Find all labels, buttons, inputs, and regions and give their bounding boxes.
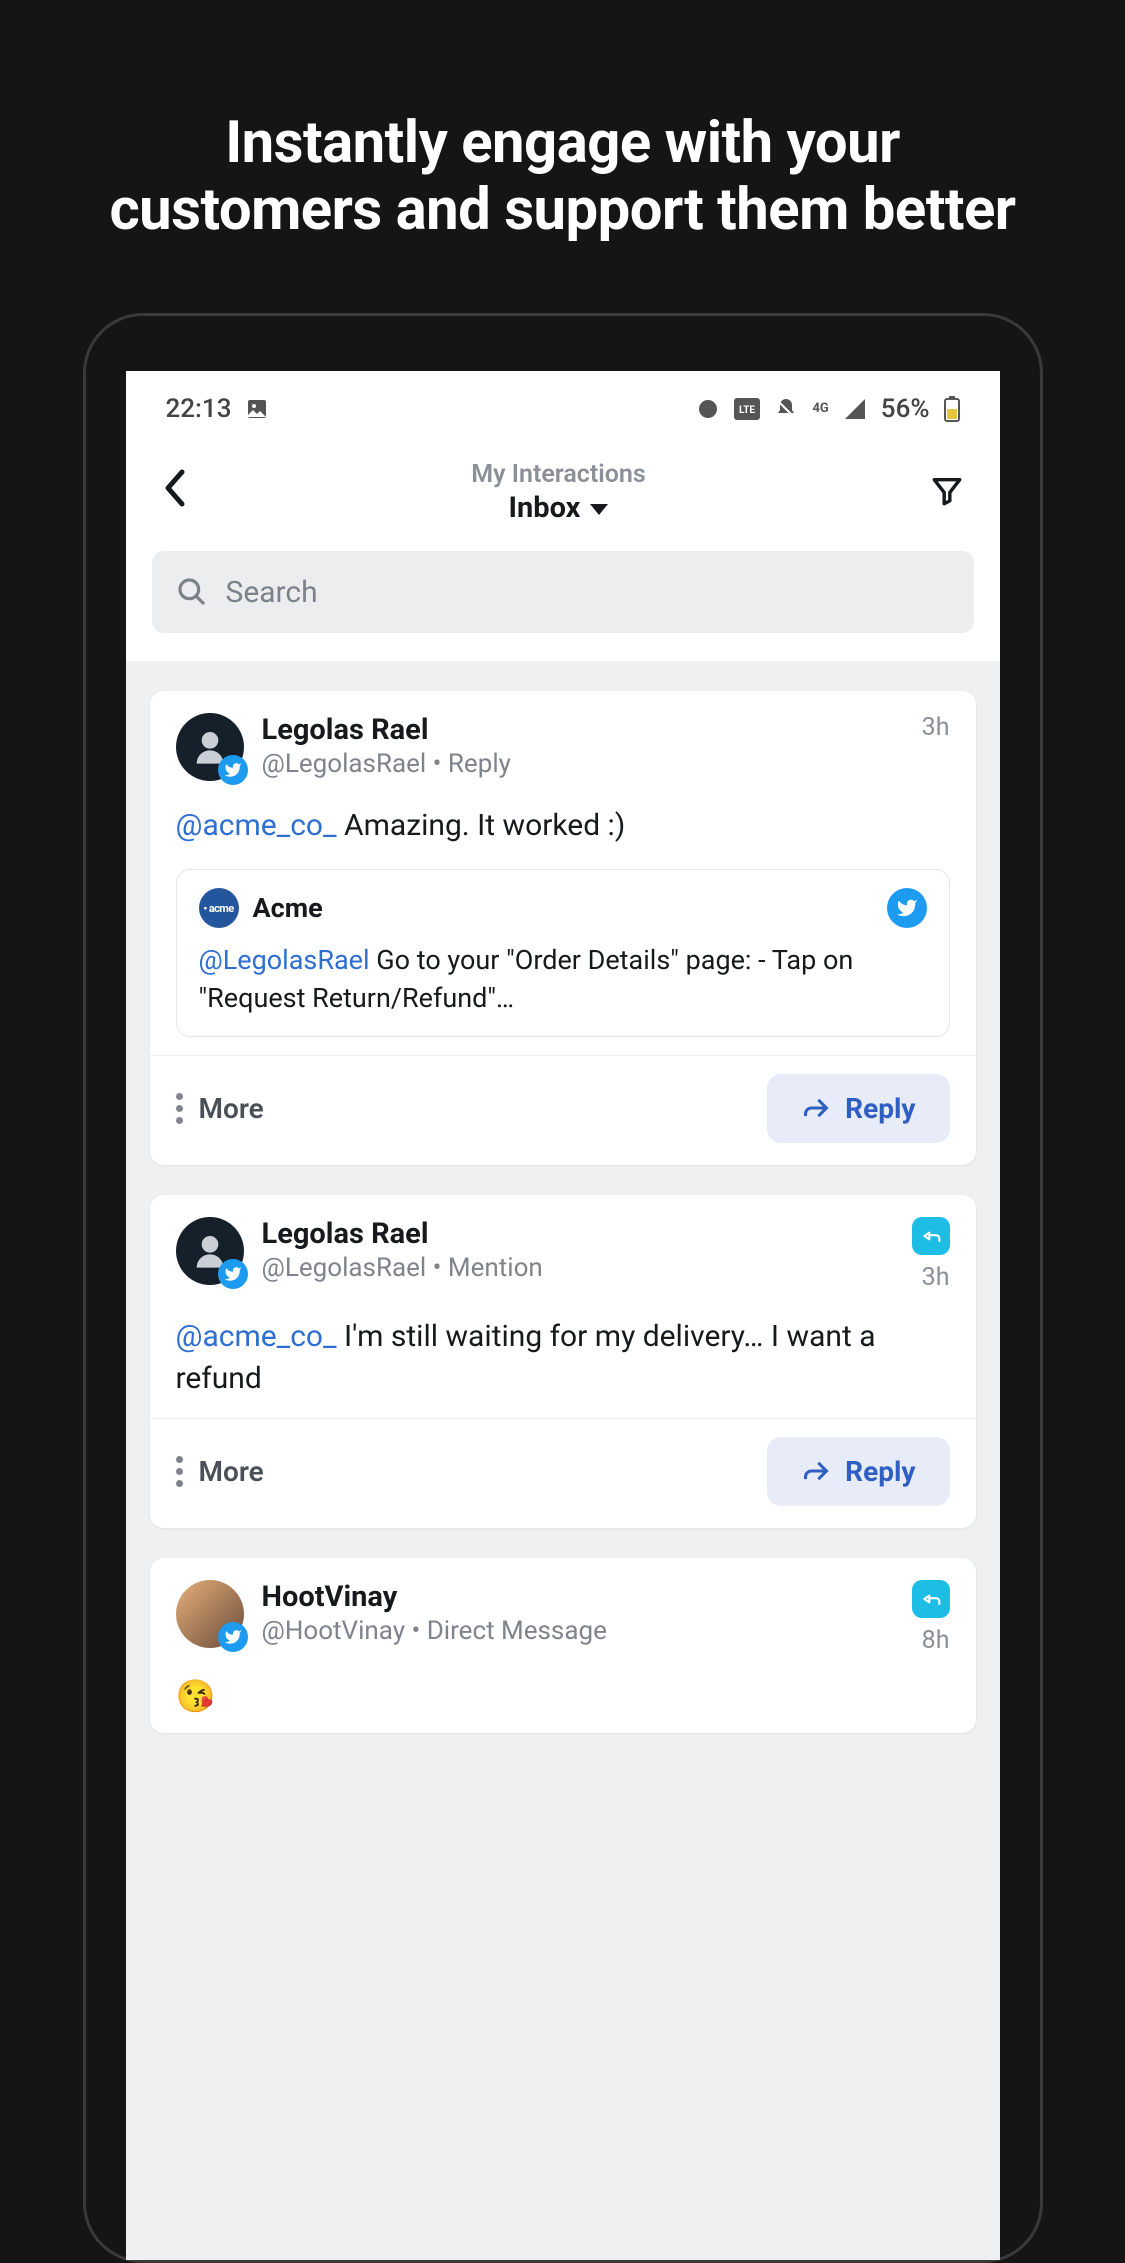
author-meta: @LegolasRael • Reply xyxy=(262,749,904,779)
reply-button[interactable]: Reply xyxy=(767,1437,949,1506)
volte-icon: LTE xyxy=(734,398,760,420)
interaction-card[interactable]: Legolas Rael @LegolasRael • Mention 3h xyxy=(150,1195,976,1528)
search-input[interactable]: Search xyxy=(152,551,974,633)
interaction-card[interactable]: Legolas Rael @LegolasRael • Reply 3h @ac… xyxy=(150,691,976,1165)
twitter-icon xyxy=(218,1622,248,1652)
twitter-icon xyxy=(218,755,248,785)
more-icon xyxy=(176,1093,183,1124)
timestamp: 3h xyxy=(922,713,950,742)
twitter-icon xyxy=(887,888,927,928)
cast-icon xyxy=(696,397,720,421)
image-icon xyxy=(245,397,269,421)
quoted-text: @LegolasRael Go to your "Order Details" … xyxy=(199,942,927,1018)
app-header: My Interactions Inbox xyxy=(126,446,1000,533)
timestamp: 8h xyxy=(922,1626,950,1655)
author-name: Legolas Rael xyxy=(262,1217,894,1251)
quoted-post[interactable]: • acme Acme @LegolasRael Go to your "Ord… xyxy=(176,869,950,1037)
svg-text:LTE: LTE xyxy=(739,405,755,416)
filter-button[interactable] xyxy=(930,474,964,512)
bell-off-icon xyxy=(774,397,798,421)
signal-icon xyxy=(843,397,867,421)
avatar[interactable] xyxy=(176,1217,244,1285)
timestamp: 3h xyxy=(922,1263,950,1292)
more-button[interactable]: More xyxy=(176,1092,264,1125)
header-subtitle: My Interactions xyxy=(471,460,645,489)
status-bar: 22:13 LTE 4G 56% xyxy=(126,371,1000,446)
interaction-card[interactable]: HootVinay @HootVinay • Direct Message 8h xyxy=(150,1558,976,1733)
battery-percent: 56% xyxy=(881,394,930,424)
feed: Legolas Rael @LegolasRael • Reply 3h @ac… xyxy=(126,661,1000,1763)
device-frame: 22:13 LTE 4G 56% My Interactions Inbo xyxy=(83,313,1043,2263)
reply-button[interactable]: Reply xyxy=(767,1074,949,1143)
status-time: 22:13 xyxy=(166,394,232,424)
author-name: HootVinay xyxy=(262,1580,894,1614)
quoted-author: Acme xyxy=(253,892,873,924)
search-icon xyxy=(176,576,208,608)
header-title-dropdown[interactable]: My Interactions Inbox xyxy=(471,460,645,525)
post-emoji: 😘 xyxy=(176,1677,950,1715)
avatar[interactable] xyxy=(176,713,244,781)
promo-title: Instantly engage with your customers and… xyxy=(0,0,1125,313)
mention-link[interactable]: @acme_co_ xyxy=(176,1319,337,1354)
post-text: @acme_co_ I'm still waiting for my deliv… xyxy=(176,1316,950,1400)
back-button[interactable] xyxy=(162,468,188,518)
battery-icon xyxy=(944,396,960,422)
more-button[interactable]: More xyxy=(176,1455,264,1488)
reply-badge-icon xyxy=(912,1217,950,1255)
post-text: @acme_co_ Amazing. It worked :) xyxy=(176,805,950,847)
quoted-avatar: • acme xyxy=(199,888,239,928)
app-screen: 22:13 LTE 4G 56% My Interactions Inbo xyxy=(126,371,1000,2260)
author-meta: @LegolasRael • Mention xyxy=(262,1253,894,1283)
reply-arrow-icon xyxy=(801,1094,831,1122)
author-meta: @HootVinay • Direct Message xyxy=(262,1616,894,1646)
reply-arrow-icon xyxy=(801,1457,831,1485)
author-name: Legolas Rael xyxy=(262,713,904,747)
mention-link[interactable]: @acme_co_ xyxy=(176,808,337,843)
avatar[interactable] xyxy=(176,1580,244,1648)
mention-link[interactable]: @LegolasRael xyxy=(199,944,370,976)
chevron-down-icon xyxy=(590,504,608,515)
search-placeholder: Search xyxy=(226,575,318,610)
reply-badge-icon xyxy=(912,1580,950,1618)
more-icon xyxy=(176,1456,183,1487)
twitter-icon xyxy=(218,1259,248,1289)
header-main-label: Inbox xyxy=(509,491,581,525)
